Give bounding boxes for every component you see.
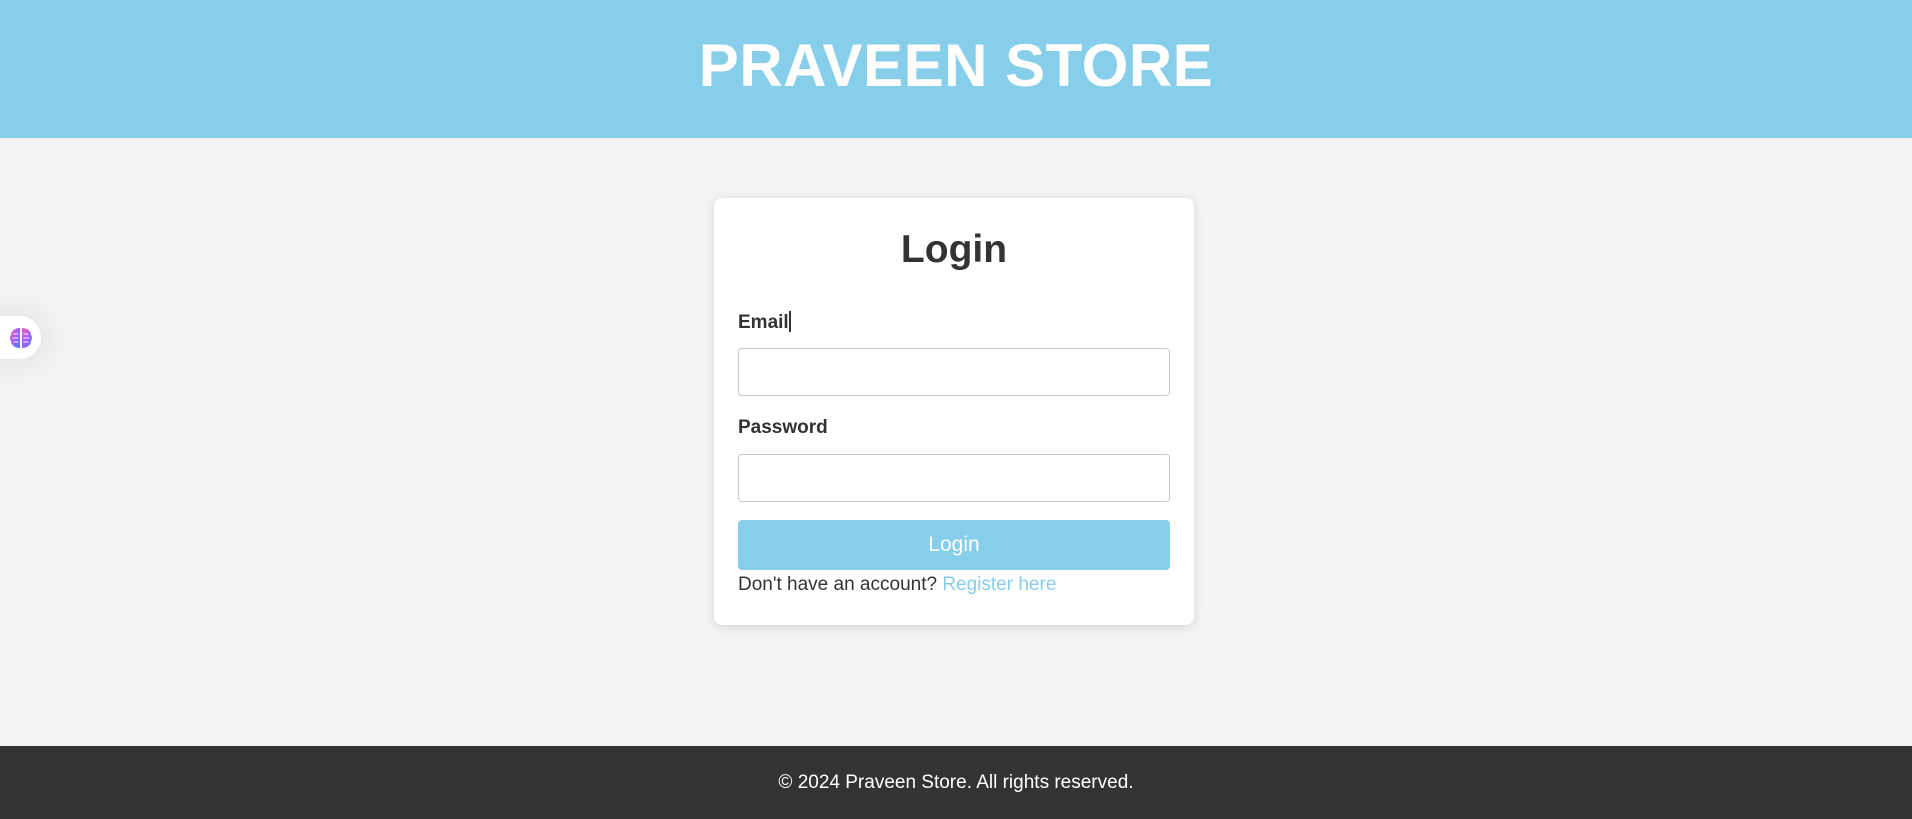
password-label: Password xyxy=(738,417,828,438)
register-link[interactable]: Register here xyxy=(942,574,1056,595)
register-prompt: Don't have an account? Register here xyxy=(738,574,1056,596)
text-cursor xyxy=(788,311,791,332)
email-label-text: Email xyxy=(738,312,789,333)
floating-assistant-widget[interactable] xyxy=(0,316,41,359)
site-header: PRAVEEN STORE xyxy=(0,0,1912,138)
site-title: PRAVEEN STORE xyxy=(698,31,1214,99)
site-footer: © 2024 Praveen Store. All rights reserve… xyxy=(0,746,1912,819)
email-input[interactable] xyxy=(738,348,1170,396)
password-input[interactable] xyxy=(738,454,1170,502)
login-button[interactable]: Login xyxy=(738,520,1170,570)
footer-copyright: © 2024 Praveen Store. All rights reserve… xyxy=(778,771,1134,793)
login-card: Login Email Password Login Don't have an… xyxy=(714,198,1194,625)
login-title: Login xyxy=(900,228,1008,271)
register-prompt-text: Don't have an account? xyxy=(738,574,938,595)
email-label: Email xyxy=(738,311,791,334)
brain-icon xyxy=(9,327,32,348)
